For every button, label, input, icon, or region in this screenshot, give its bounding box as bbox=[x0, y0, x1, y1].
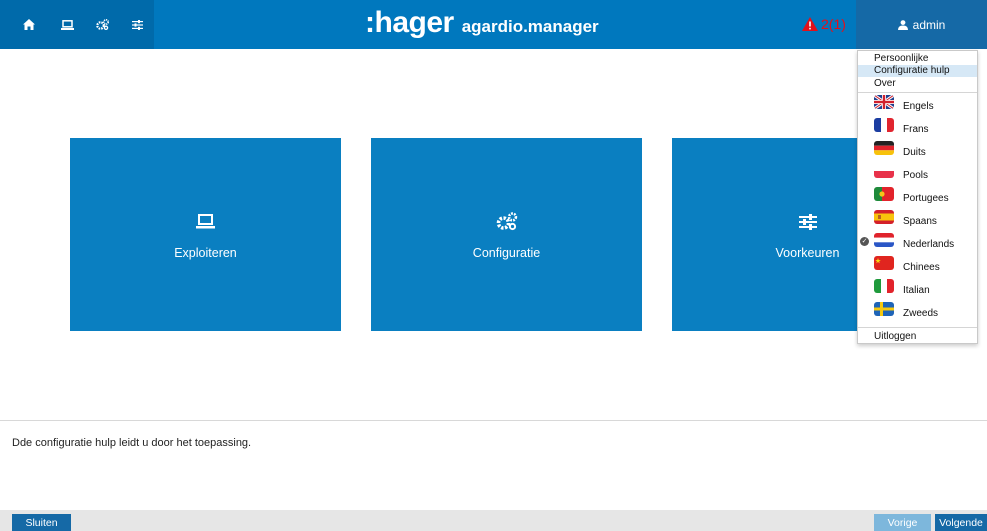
uk-flag-icon bbox=[874, 95, 894, 109]
alarm-indicator[interactable]: 2(1) bbox=[802, 16, 846, 32]
user-icon bbox=[897, 19, 908, 30]
laptop-icon bbox=[196, 214, 215, 229]
poland-flag-icon bbox=[874, 164, 894, 178]
menu-divider bbox=[858, 327, 977, 328]
sliders-icon bbox=[798, 213, 817, 230]
language-label: Portugees bbox=[903, 193, 949, 204]
china-flag-icon bbox=[874, 256, 894, 270]
language-label: Duits bbox=[903, 147, 926, 158]
language-label: Frans bbox=[903, 124, 929, 135]
language-label: Pools bbox=[903, 170, 929, 181]
language-german[interactable]: Duits bbox=[858, 140, 977, 163]
language-label: Engels bbox=[903, 101, 934, 112]
language-polish[interactable]: Pools bbox=[858, 163, 977, 186]
menu-item-about[interactable]: Over bbox=[858, 78, 977, 90]
language-portuguese[interactable]: Portugees bbox=[858, 186, 977, 209]
language-chinese[interactable]: Chinees bbox=[858, 255, 977, 278]
language-swedish[interactable]: Zweeds bbox=[858, 301, 977, 324]
alarm-count: 2(1) bbox=[821, 16, 846, 32]
language-label: Nederlands bbox=[903, 239, 955, 250]
tile-label: Voorkeuren bbox=[775, 245, 840, 260]
menu-item-personal-settings[interactable]: Persoonlijke instellingen bbox=[858, 53, 977, 76]
gears-icon bbox=[95, 19, 109, 30]
sliders-icon bbox=[131, 19, 143, 30]
user-name: admin bbox=[912, 17, 946, 32]
tile-configuratie[interactable]: Configuratie bbox=[371, 138, 642, 331]
menu-divider bbox=[858, 92, 977, 93]
language-dutch[interactable]: ✓ Nederlands bbox=[858, 232, 977, 255]
language-spanish[interactable]: Spaans bbox=[858, 209, 977, 232]
hager-logo: :hager agardio.manager bbox=[365, 6, 599, 40]
portugal-flag-icon bbox=[874, 187, 894, 201]
tile-label: Exploiteren bbox=[174, 245, 237, 260]
gears-icon bbox=[496, 212, 517, 231]
config-help-text: Dde configuratie hulp leidt u door het t… bbox=[12, 437, 252, 449]
menu-item-config-help[interactable]: Configuratie hulp bbox=[858, 65, 977, 77]
sweden-flag-icon bbox=[874, 302, 894, 316]
language-french[interactable]: Frans bbox=[858, 117, 977, 140]
logo-main: :hager bbox=[365, 6, 454, 39]
user-menu-button[interactable]: admin bbox=[856, 0, 987, 49]
language-label: Italian bbox=[903, 285, 930, 296]
warning-icon bbox=[802, 17, 818, 31]
nav-config-button[interactable] bbox=[85, 0, 119, 49]
close-button[interactable]: Sluiten bbox=[12, 514, 71, 531]
language-label: Zweeds bbox=[903, 308, 939, 319]
netherlands-flag-icon bbox=[874, 233, 894, 247]
germany-flag-icon bbox=[874, 141, 894, 155]
top-bar: :hager agardio.manager 2(1) admin bbox=[0, 0, 987, 49]
language-label: Chinees bbox=[903, 262, 940, 273]
france-flag-icon bbox=[874, 118, 894, 132]
menu-item-logout[interactable]: Uitloggen bbox=[858, 331, 977, 343]
next-button[interactable]: Volgende bbox=[935, 514, 987, 531]
language-english[interactable]: Engels bbox=[858, 94, 977, 117]
tile-exploiteren[interactable]: Exploiteren bbox=[70, 138, 341, 331]
italy-flag-icon bbox=[874, 279, 894, 293]
language-label: Spaans bbox=[903, 216, 937, 227]
user-dropdown-menu: Persoonlijke instellingen Configuratie h… bbox=[857, 50, 978, 344]
previous-button[interactable]: Vorige bbox=[874, 514, 931, 531]
footer-bar bbox=[0, 510, 987, 531]
nav-home-button[interactable] bbox=[12, 0, 46, 49]
home-icon bbox=[23, 19, 35, 30]
nav-preferences-button[interactable] bbox=[120, 0, 154, 49]
spain-flag-icon bbox=[874, 210, 894, 224]
divider bbox=[0, 420, 987, 421]
logo-app-name: agardio.manager bbox=[461, 17, 599, 36]
tile-label: Configuratie bbox=[472, 245, 541, 260]
nav-exploit-button[interactable] bbox=[50, 0, 84, 49]
laptop-icon bbox=[60, 19, 74, 30]
selected-check-icon: ✓ bbox=[860, 237, 869, 246]
language-italian[interactable]: Italian bbox=[858, 278, 977, 301]
